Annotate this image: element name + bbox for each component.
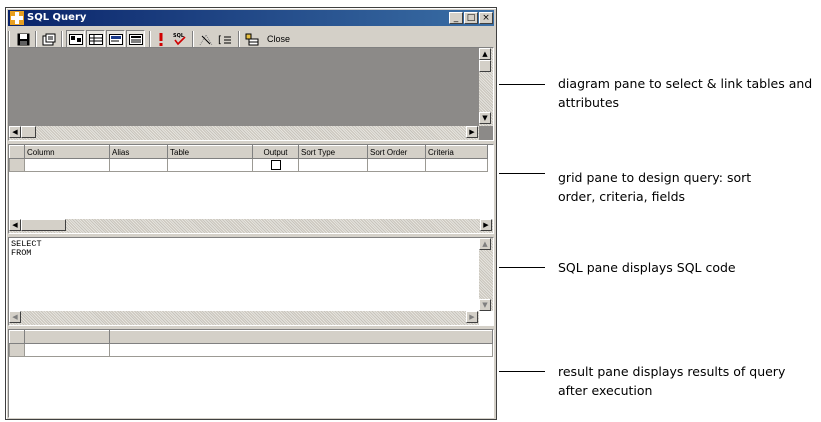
output-cell[interactable] xyxy=(252,158,299,172)
toolbar-separator xyxy=(238,31,240,47)
verify-sql-icon[interactable]: SQL xyxy=(170,30,188,48)
scroll-left-icon[interactable]: ◀ xyxy=(9,311,21,323)
sql-pane-annotation: SQL pane displays SQL code xyxy=(558,260,736,275)
row-selector[interactable] xyxy=(9,343,25,357)
sql-leader-line xyxy=(499,267,545,268)
close-button-label: Close xyxy=(267,34,291,44)
scroll-left-icon[interactable]: ◀ xyxy=(9,126,21,138)
toolbar-separator xyxy=(192,31,194,47)
result-cell xyxy=(109,343,493,357)
properties-icon[interactable] xyxy=(40,30,58,48)
app-icon xyxy=(10,11,24,25)
close-button[interactable]: Close xyxy=(264,30,293,48)
sort-type-cell[interactable] xyxy=(298,158,368,172)
table-cell[interactable] xyxy=(167,158,253,172)
diagram-leader-line xyxy=(499,84,545,85)
show-diagram-pane-icon[interactable] xyxy=(66,30,85,48)
sql-query-window: SQL Query _ □ × SQL [Close ▲ ▼ ◀ ▶ Colu… xyxy=(5,7,497,420)
table-header[interactable]: Table xyxy=(167,145,253,159)
column-header[interactable]: Column xyxy=(24,145,110,159)
title-bar[interactable]: SQL Query _ □ × xyxy=(8,10,494,26)
result-pane-annotation: result pane displays results of query af… xyxy=(558,364,786,398)
scroll-down-icon[interactable]: ▼ xyxy=(479,112,491,124)
scroll-right-icon[interactable]: ▶ xyxy=(466,126,478,138)
scroll-thumb[interactable] xyxy=(479,60,491,72)
sql-code[interactable]: SELECT FROM xyxy=(11,240,42,258)
scroll-right-icon[interactable]: ▶ xyxy=(466,311,478,323)
window-title: SQL Query xyxy=(27,12,87,23)
grid-pane[interactable]: Column Alias Table Output Sort Type Sort… xyxy=(8,144,494,234)
output-checkbox[interactable] xyxy=(270,160,281,170)
table-row[interactable] xyxy=(9,343,493,357)
maximize-button[interactable]: □ xyxy=(464,12,478,24)
toolbar-grip xyxy=(8,31,10,47)
close-window-button[interactable]: × xyxy=(479,12,493,24)
diagram-pane[interactable]: ▲ ▼ ◀ ▶ xyxy=(8,47,494,141)
group-by-icon[interactable]: [ xyxy=(216,30,234,48)
add-table-icon[interactable] xyxy=(243,30,261,48)
remove-filter-icon[interactable] xyxy=(197,30,215,48)
query-grid[interactable]: Column Alias Table Output Sort Type Sort… xyxy=(9,145,488,172)
grid-leader-line xyxy=(499,173,545,174)
toolbar-separator xyxy=(149,31,151,47)
alias-cell[interactable] xyxy=(109,158,168,172)
diagram-horizontal-scrollbar[interactable]: ◀ ▶ xyxy=(9,126,479,140)
toolbar-separator xyxy=(35,31,37,47)
column-cell[interactable] xyxy=(24,158,110,172)
diagram-pane-annotation: diagram pane to select & link tables and… xyxy=(558,76,813,110)
criteria-cell[interactable] xyxy=(425,158,488,172)
scroll-thumb[interactable] xyxy=(21,126,36,138)
show-grid-pane-icon[interactable] xyxy=(86,30,105,48)
grid-pane-annotation: grid pane to design query: sort order, c… xyxy=(558,170,752,204)
scroll-up-icon[interactable]: ▲ xyxy=(479,238,491,250)
scroll-right-icon[interactable]: ▶ xyxy=(480,219,492,231)
alias-header[interactable]: Alias xyxy=(109,145,168,159)
diagram-vertical-scrollbar[interactable]: ▲ ▼ xyxy=(479,48,493,126)
result-column-header[interactable] xyxy=(24,330,110,344)
results-grid[interactable] xyxy=(9,330,493,357)
sort-order-header[interactable]: Sort Order xyxy=(367,145,426,159)
sort-type-header[interactable]: Sort Type xyxy=(298,145,368,159)
run-icon[interactable] xyxy=(154,30,168,48)
scroll-up-icon[interactable]: ▲ xyxy=(479,48,491,60)
result-column-header[interactable] xyxy=(109,330,493,344)
row-selector-header xyxy=(9,330,25,344)
criteria-header[interactable]: Criteria xyxy=(425,145,488,159)
toolbar-separator xyxy=(61,31,63,47)
minimize-button[interactable]: _ xyxy=(449,12,463,24)
table-row[interactable] xyxy=(9,158,488,172)
sort-order-cell[interactable] xyxy=(367,158,426,172)
sql-pane[interactable]: SELECT FROM ▲ ▼ ◀ ▶ xyxy=(8,237,494,326)
scroll-thumb[interactable] xyxy=(21,219,66,231)
sql-horizontal-scrollbar[interactable]: ◀ ▶ xyxy=(9,311,479,325)
result-pane[interactable] xyxy=(8,329,494,418)
svg-text:[: [ xyxy=(218,35,222,46)
row-selector[interactable] xyxy=(9,158,25,172)
result-leader-line xyxy=(499,371,545,372)
show-results-pane-icon[interactable] xyxy=(126,30,145,48)
sql-vertical-scrollbar[interactable]: ▲ ▼ xyxy=(479,238,493,311)
row-selector-header xyxy=(9,145,25,159)
scroll-down-icon[interactable]: ▼ xyxy=(479,299,491,311)
show-sql-pane-icon[interactable] xyxy=(106,30,125,48)
output-header[interactable]: Output xyxy=(252,145,299,159)
save-icon[interactable] xyxy=(14,30,32,48)
grid-horizontal-scrollbar[interactable]: ◀ ▶ xyxy=(9,219,493,233)
result-cell xyxy=(24,343,110,357)
scroll-left-icon[interactable]: ◀ xyxy=(9,219,21,231)
